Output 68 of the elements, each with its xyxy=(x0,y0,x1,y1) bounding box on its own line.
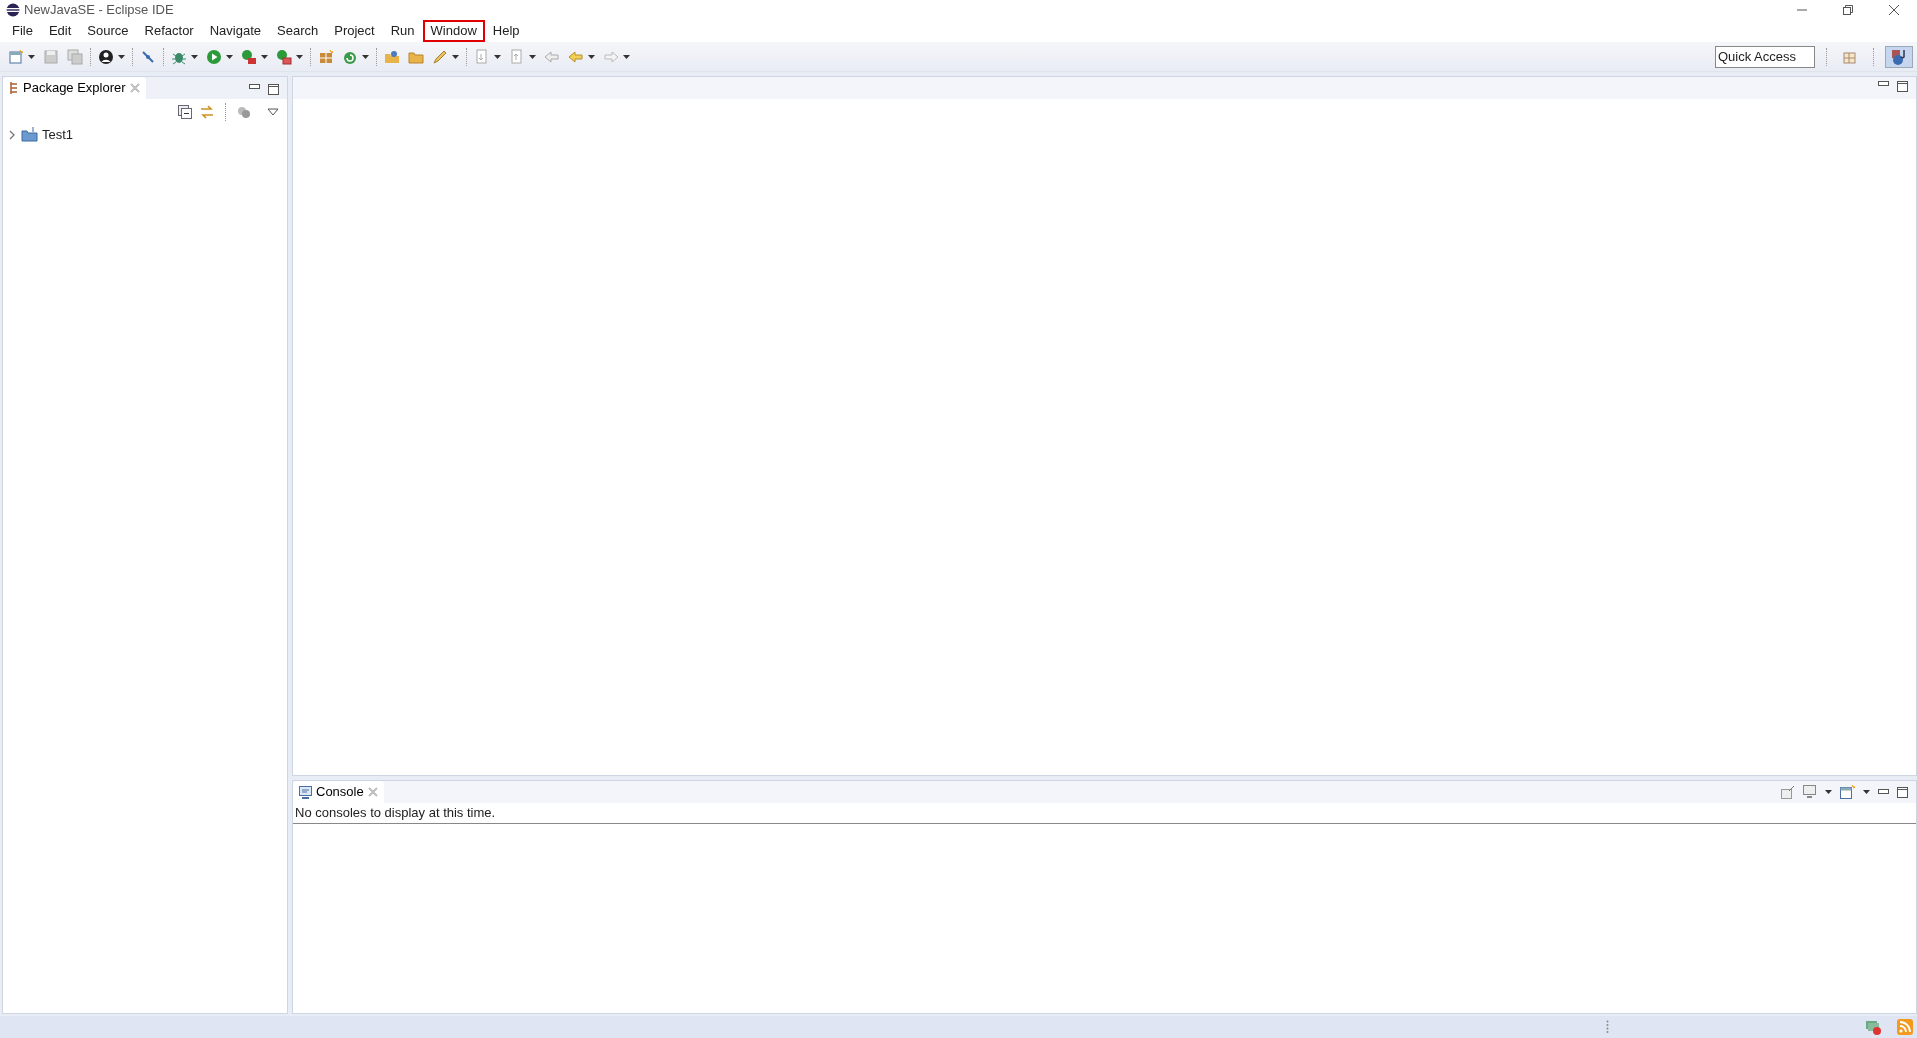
pin-console-icon[interactable] xyxy=(1781,785,1795,799)
quick-access-field[interactable]: Quick Access xyxy=(1715,45,1815,68)
menu-item[interactable]: Source xyxy=(79,20,137,42)
package-explorer-tab[interactable]: Package Explorer xyxy=(3,77,146,99)
link-arrows-icon[interactable] xyxy=(200,105,214,119)
caret-icon xyxy=(28,54,35,59)
package-tree-icon xyxy=(9,82,19,94)
menu-item[interactable]: Run xyxy=(382,20,423,42)
menu-item[interactable]: Navigate xyxy=(201,20,269,42)
menu-item[interactable]: Project xyxy=(326,20,383,42)
new-file-icon xyxy=(8,48,24,65)
open-folder-icon xyxy=(384,48,400,65)
restore-icon xyxy=(1843,5,1853,15)
display-console-icon[interactable] xyxy=(1803,785,1817,799)
java-perspective-icon xyxy=(1890,47,1908,66)
console-message: No consoles to display at this time. xyxy=(293,803,1916,824)
menu-item[interactable]: Search xyxy=(269,20,327,42)
server-stack-icon[interactable] xyxy=(1865,1019,1881,1035)
menu-item[interactable]: Help xyxy=(484,20,528,42)
chevron-right-icon[interactable] xyxy=(7,129,17,140)
project-folder-icon xyxy=(21,127,38,143)
menu-item[interactable]: Window xyxy=(422,20,485,42)
console-tab[interactable]: Console xyxy=(293,781,384,803)
maximize-icon[interactable] xyxy=(268,84,279,95)
pencil-icon xyxy=(432,48,448,65)
view-menu-icon[interactable] xyxy=(267,108,279,116)
back-icon xyxy=(568,48,584,65)
caret-icon xyxy=(362,54,369,59)
caret-icon xyxy=(118,54,125,59)
collapse-all-icon[interactable] xyxy=(178,105,192,119)
minimize-icon[interactable] xyxy=(1878,81,1889,87)
window-title: NewJavaSE - Eclipse IDE xyxy=(24,1,174,20)
grip-icon xyxy=(1606,1020,1609,1034)
caret-icon xyxy=(494,54,501,59)
feed-icon[interactable] xyxy=(1897,1019,1913,1035)
java-perspective-button[interactable] xyxy=(1885,45,1913,68)
minimize-icon[interactable] xyxy=(249,84,260,90)
caret-icon xyxy=(261,54,268,59)
next-annotation-icon xyxy=(474,48,490,65)
menu-item[interactable]: Edit xyxy=(40,20,80,42)
maximize-icon[interactable] xyxy=(1897,786,1908,798)
run-icon xyxy=(206,48,222,65)
save-icon xyxy=(43,48,59,65)
eclipse-logo-icon xyxy=(6,3,20,17)
close-icon xyxy=(1889,5,1899,15)
minimize-icon[interactable] xyxy=(1878,789,1889,795)
package-icon xyxy=(318,48,334,65)
caret-icon[interactable] xyxy=(1825,790,1832,794)
filter-icon[interactable] xyxy=(237,105,251,119)
tree-item[interactable]: Test1 xyxy=(3,125,287,145)
caret-icon xyxy=(529,54,536,59)
caret-icon xyxy=(191,54,198,59)
menu-item[interactable]: Refactor xyxy=(136,20,202,42)
maximize-icon[interactable] xyxy=(1897,81,1908,92)
monitor-icon xyxy=(299,785,312,799)
previous-annotation-icon xyxy=(509,48,525,65)
caret-icon xyxy=(452,54,459,59)
pin-icon xyxy=(140,48,156,65)
caret-icon xyxy=(296,54,303,59)
last-edit-icon xyxy=(544,48,560,65)
save-all-icon xyxy=(67,48,83,65)
menu-item[interactable]: File xyxy=(4,20,41,42)
caret-icon[interactable] xyxy=(1863,790,1870,794)
caret-icon xyxy=(226,54,233,59)
caret-icon xyxy=(623,54,630,59)
new-console-icon[interactable] xyxy=(1840,785,1855,799)
caret-icon xyxy=(588,54,595,59)
user-icon xyxy=(98,48,114,65)
